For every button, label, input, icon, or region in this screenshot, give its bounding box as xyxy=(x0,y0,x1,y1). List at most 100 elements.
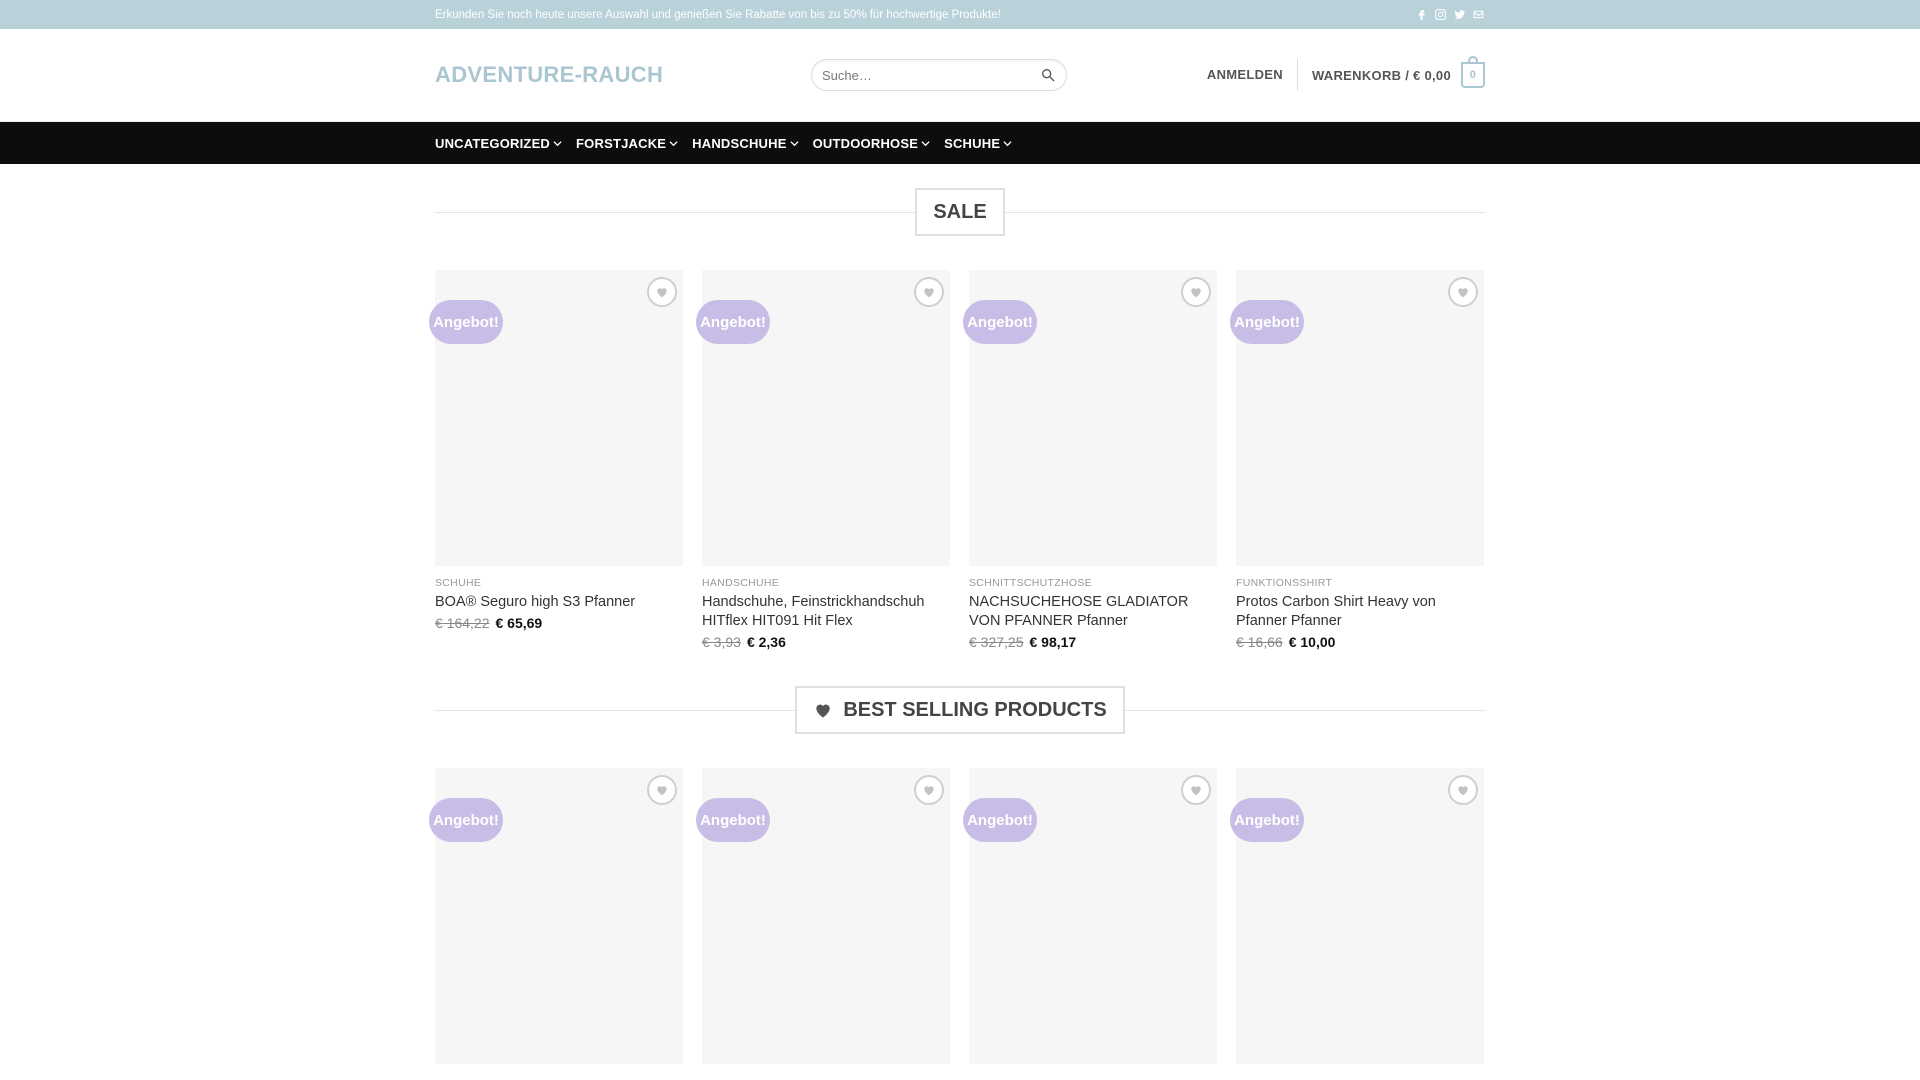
nav-item-handschuhe[interactable]: HANDSCHUHE xyxy=(692,135,799,151)
product-category[interactable]: SCHUHE xyxy=(435,577,683,589)
product-image[interactable]: Angebot! xyxy=(963,768,1217,1064)
wishlist-button[interactable] xyxy=(1448,775,1478,805)
email-icon[interactable] xyxy=(1472,8,1485,21)
product-card: Angebot! HANDSCHUHE Handschuhe, Feinstri… xyxy=(696,270,950,650)
nav-item-label: HANDSCHUHE xyxy=(692,135,787,151)
sale-badge: Angebot! xyxy=(1230,798,1304,842)
product-price: € 164,22 € 65,69 xyxy=(435,615,683,631)
sale-badge: Angebot! xyxy=(963,798,1037,842)
wishlist-button[interactable] xyxy=(1181,277,1211,307)
new-price: € 65,69 xyxy=(495,615,543,631)
heart-icon xyxy=(1191,786,1201,796)
header-actions: ANMELDEN WARENKORB / € 0,00 0 xyxy=(1207,56,1485,91)
heart-icon xyxy=(816,704,830,718)
product-category[interactable]: HANDSCHUHE xyxy=(702,577,950,589)
new-price: € 2,36 xyxy=(746,634,786,650)
sale-badge: Angebot! xyxy=(429,798,503,842)
search-box xyxy=(811,59,1067,91)
product-card: Angebot! SCHNITTSCHUTZHOSE NACHSUCHEHOSE… xyxy=(963,270,1217,650)
heart-icon xyxy=(924,786,934,796)
product-card: Angebot! xyxy=(429,768,683,1064)
cart-count-badge: 0 xyxy=(1461,56,1485,88)
heart-icon xyxy=(1458,786,1468,796)
sale-section-title: SALE xyxy=(435,188,1485,236)
nav-item-forstjacke[interactable]: FORSTJACKE xyxy=(576,136,678,151)
product-card: Angebot! xyxy=(963,768,1217,1064)
nav-item-label: SCHUHE xyxy=(944,135,1001,151)
promo-message: Erkunden Sie noch heute unsere Auswahl u… xyxy=(435,8,1001,21)
section-heading-text: SALE xyxy=(933,200,987,223)
product-image[interactable]: Angebot! xyxy=(696,270,950,566)
product-image[interactable]: Angebot! xyxy=(429,768,683,1064)
product-card: Angebot! xyxy=(696,768,950,1064)
nav-item-label: UNCATEGORIZED xyxy=(435,135,551,151)
wishlist-button[interactable] xyxy=(647,277,677,307)
product-name[interactable]: Handschuhe, Feinstrickhandschuh HITflex … xyxy=(702,593,950,631)
site-logo[interactable]: ADVENTURE-RAUCH xyxy=(435,62,811,88)
product-card: Angebot! SCHUHE BOA® Seguro high S3 Pfan… xyxy=(429,270,683,650)
product-name[interactable]: NACHSUCHEHOSE GLADIATOR VON PFANNER Pfan… xyxy=(969,593,1217,631)
product-category[interactable]: FUNKTIONSSHIRT xyxy=(1236,577,1484,589)
sale-badge: Angebot! xyxy=(429,300,503,344)
product-price: € 327,25 € 98,17 xyxy=(969,634,1217,650)
twitter-icon[interactable] xyxy=(1453,8,1466,21)
main-nav: UNCATEGORIZED FORSTJACKE HANDSCHUHE OUTD… xyxy=(0,122,1920,164)
social-links xyxy=(1415,8,1485,21)
heart-icon xyxy=(657,786,667,796)
wishlist-button[interactable] xyxy=(914,277,944,307)
old-price: € 16,66 xyxy=(1236,634,1283,650)
sale-section: SALE Angebot! SCHUHE BOA® Seguro high S3… xyxy=(429,188,1485,650)
heart-icon xyxy=(1191,288,1201,298)
chevron-down-icon xyxy=(790,140,799,146)
wishlist-button[interactable] xyxy=(1448,277,1478,307)
section-heading-text: BEST SELLING PRODUCTS xyxy=(843,698,1107,721)
sale-badge: Angebot! xyxy=(963,300,1037,344)
product-price: € 16,66 € 10,00 xyxy=(1236,634,1484,650)
heart-icon xyxy=(1458,288,1468,298)
site-header: ADVENTURE-RAUCH ANMELDEN WARENKORB / € 0… xyxy=(0,29,1920,122)
sale-badge: Angebot! xyxy=(696,300,770,344)
search-input[interactable] xyxy=(812,60,1032,90)
product-price: € 3,93 € 2,36 xyxy=(702,634,950,650)
nav-item-uncategorized[interactable]: UNCATEGORIZED xyxy=(435,136,562,151)
sale-product-grid: Angebot! SCHUHE BOA® Seguro high S3 Pfan… xyxy=(429,270,1485,650)
product-image[interactable]: Angebot! xyxy=(429,270,683,566)
product-category[interactable]: SCHNITTSCHUTZHOSE xyxy=(969,577,1217,589)
new-price: € 98,17 xyxy=(1029,634,1077,650)
bestselling-section: BEST SELLING PRODUCTS Angebot! Angebot! … xyxy=(429,686,1485,1064)
search-icon[interactable] xyxy=(1038,65,1058,85)
sale-badge: Angebot! xyxy=(1230,300,1304,344)
nav-item-label: OUTDOORHOSE xyxy=(812,135,919,151)
section-heading: SALE xyxy=(915,188,1005,236)
nav-item-schuhe[interactable]: SCHUHE xyxy=(944,136,1012,151)
wishlist-button[interactable] xyxy=(914,775,944,805)
bestselling-section-title: BEST SELLING PRODUCTS xyxy=(435,686,1485,734)
new-price: € 10,00 xyxy=(1288,634,1336,650)
product-image[interactable]: Angebot! xyxy=(1230,768,1484,1064)
sale-badge: Angebot! xyxy=(696,798,770,842)
bestselling-product-grid: Angebot! Angebot! Angebot! Angebot! xyxy=(429,768,1485,1064)
product-image[interactable]: Angebot! xyxy=(696,768,950,1064)
product-card: Angebot! FUNKTIONSSHIRT Protos Carbon Sh… xyxy=(1230,270,1484,650)
cart-link[interactable]: WARENKORB / € 0,00 0 xyxy=(1312,56,1485,88)
section-heading: BEST SELLING PRODUCTS xyxy=(795,686,1125,734)
top-bar: Erkunden Sie noch heute unsere Auswahl u… xyxy=(0,0,1920,29)
product-image[interactable]: Angebot! xyxy=(1230,270,1484,566)
nav-item-outdoorhose[interactable]: OUTDOORHOSE xyxy=(813,136,930,151)
chevron-down-icon xyxy=(1003,140,1012,146)
old-price: € 164,22 xyxy=(435,615,490,631)
product-name[interactable]: BOA® Seguro high S3 Pfanner xyxy=(435,593,683,612)
nav-item-label: FORSTJACKE xyxy=(576,135,667,151)
product-image[interactable]: Angebot! xyxy=(963,270,1217,566)
login-link[interactable]: ANMELDEN xyxy=(1207,59,1298,91)
wishlist-button[interactable] xyxy=(1181,775,1211,805)
wishlist-button[interactable] xyxy=(647,775,677,805)
old-price: € 3,93 xyxy=(702,634,741,650)
product-name[interactable]: Protos Carbon Shirt Heavy von Pfanner Pf… xyxy=(1236,593,1484,631)
chevron-down-icon xyxy=(553,140,562,146)
instagram-icon[interactable] xyxy=(1434,8,1447,21)
old-price: € 327,25 xyxy=(969,634,1024,650)
facebook-icon[interactable] xyxy=(1415,8,1428,21)
product-card: Angebot! xyxy=(1230,768,1484,1064)
chevron-down-icon xyxy=(669,140,678,146)
